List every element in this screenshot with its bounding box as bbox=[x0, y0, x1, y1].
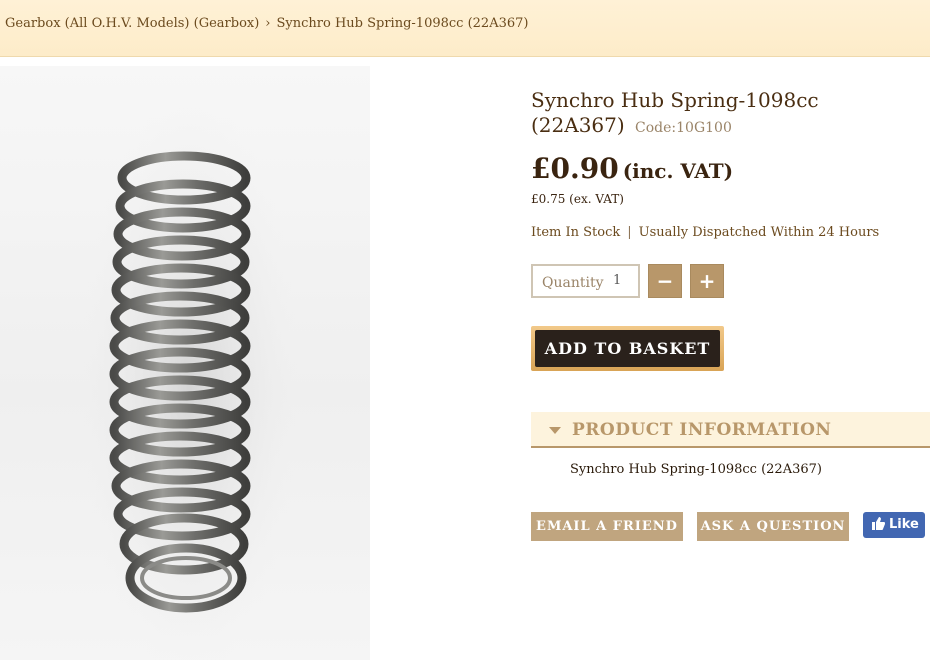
stock-separator: | bbox=[627, 225, 632, 240]
thumbs-up-icon bbox=[872, 517, 885, 530]
breadcrumb-current: Synchro Hub Spring-1098cc (22A367) bbox=[276, 16, 529, 31]
product-title: Synchro Hub Spring-1098cc (22A367) Code:… bbox=[531, 88, 831, 141]
quantity-increase-button[interactable]: + bbox=[690, 264, 724, 298]
stock-status: Item In Stock | Usually Dispatched Within … bbox=[531, 225, 879, 240]
caret-down-icon bbox=[549, 427, 561, 434]
breadcrumb-link-gearbox[interactable]: Gearbox (All O.H.V. Models) (Gearbox) bbox=[5, 16, 259, 31]
email-friend-button[interactable]: EMAIL A FRIEND bbox=[531, 512, 683, 541]
quantity-decrease-button[interactable]: − bbox=[648, 264, 682, 298]
quantity-field[interactable]: Quantity 1 bbox=[531, 264, 640, 298]
facebook-like-button[interactable]: Like bbox=[863, 512, 925, 538]
facebook-like-label: Like bbox=[889, 517, 919, 532]
product-information-header[interactable]: PRODUCT INFORMATION bbox=[531, 412, 930, 448]
stock-text: Item In Stock bbox=[531, 225, 621, 240]
ask-question-button[interactable]: ASK A QUESTION bbox=[697, 512, 849, 541]
price-amount: £0.90 bbox=[531, 152, 619, 185]
coil-spring-image bbox=[80, 96, 300, 660]
product-information-title: PRODUCT INFORMATION bbox=[572, 420, 832, 440]
price-ex-vat: £0.75 (ex. VAT) bbox=[531, 192, 624, 206]
breadcrumb-separator: › bbox=[265, 16, 271, 31]
breadcrumb-bar: Gearbox (All O.H.V. Models) (Gearbox) › Sy… bbox=[0, 0, 930, 57]
dispatch-text: Usually Dispatched Within 24 Hours bbox=[638, 225, 880, 240]
add-to-basket-button[interactable]: ADD TO BASKET bbox=[531, 326, 724, 371]
product-code: Code:10G100 bbox=[635, 120, 732, 136]
quantity-label: Quantity bbox=[542, 275, 604, 291]
breadcrumb: Gearbox (All O.H.V. Models) (Gearbox) › Sy… bbox=[5, 16, 528, 31]
price-inc-vat: £0.90 (inc. VAT) bbox=[531, 152, 733, 185]
price-inc-suffix: (inc. VAT) bbox=[622, 159, 734, 183]
product-information-body: Synchro Hub Spring-1098cc (22A367) bbox=[570, 462, 822, 477]
product-image[interactable] bbox=[0, 66, 370, 660]
add-to-basket-label: ADD TO BASKET bbox=[535, 330, 720, 367]
quantity-input[interactable]: 1 bbox=[613, 273, 621, 288]
